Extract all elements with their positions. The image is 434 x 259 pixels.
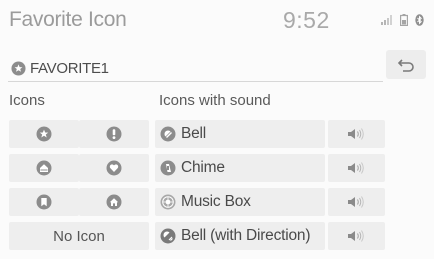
sound-option-bell-direction[interactable]: Bell (with Direction) <box>155 222 325 250</box>
star-icon <box>11 60 26 76</box>
return-arrow-icon <box>397 58 414 72</box>
play-bell-button[interactable] <box>328 120 385 148</box>
icon-option-house[interactable] <box>79 188 149 216</box>
music-box-icon <box>160 194 176 210</box>
sound-option-bell[interactable]: Bell <box>155 120 325 148</box>
status-bar <box>381 14 424 26</box>
icons-section-label: Icons <box>9 92 45 109</box>
no-icon-button[interactable]: No Icon <box>9 222 149 250</box>
page-title: Favorite Icon <box>9 8 127 31</box>
speaker-icon <box>347 230 364 242</box>
speaker-icon <box>347 162 364 174</box>
bluetooth-icon <box>415 14 424 26</box>
chime-icon <box>160 160 176 176</box>
icon-option-star[interactable] <box>9 120 79 148</box>
icon-name-value: FAVORITE1 <box>30 59 109 77</box>
sound-label-bell-direction: Bell (with Direction) <box>181 227 311 244</box>
bookmark-icon <box>36 194 52 210</box>
icon-option-heart[interactable] <box>79 154 149 182</box>
icon-name-field[interactable]: FAVORITE1 <box>8 55 383 82</box>
icon-option-home[interactable] <box>9 154 79 182</box>
exclamation-icon <box>106 126 122 142</box>
icon-option-exclamation[interactable] <box>79 120 149 148</box>
icon-option-bookmark[interactable] <box>9 188 79 216</box>
sound-label-chime: Chime <box>181 159 225 176</box>
back-button[interactable] <box>386 50 426 79</box>
home-icon <box>36 160 52 176</box>
play-bell-direction-button[interactable] <box>328 222 385 250</box>
star-icon <box>36 126 52 142</box>
bell-icon <box>160 126 176 142</box>
play-music-box-button[interactable] <box>328 188 385 216</box>
clock: 9:52 <box>283 7 330 33</box>
sound-option-chime[interactable]: Chime <box>155 154 325 182</box>
sound-label-bell: Bell <box>181 125 207 142</box>
heart-icon <box>106 160 122 176</box>
battery-icon <box>400 14 408 26</box>
sound-section-label: Icons with sound <box>159 92 271 109</box>
house-icon <box>106 194 122 210</box>
signal-icon <box>381 15 392 25</box>
sound-label-music-box: Music Box <box>181 193 251 210</box>
bell-direction-icon <box>160 228 176 244</box>
play-chime-button[interactable] <box>328 154 385 182</box>
favorite-icon-screen: Favorite Icon 9:52 FAVORITE1 Icons Icons… <box>0 0 434 259</box>
speaker-icon <box>347 196 364 208</box>
sound-option-music-box[interactable]: Music Box <box>155 188 325 216</box>
speaker-icon <box>347 128 364 140</box>
